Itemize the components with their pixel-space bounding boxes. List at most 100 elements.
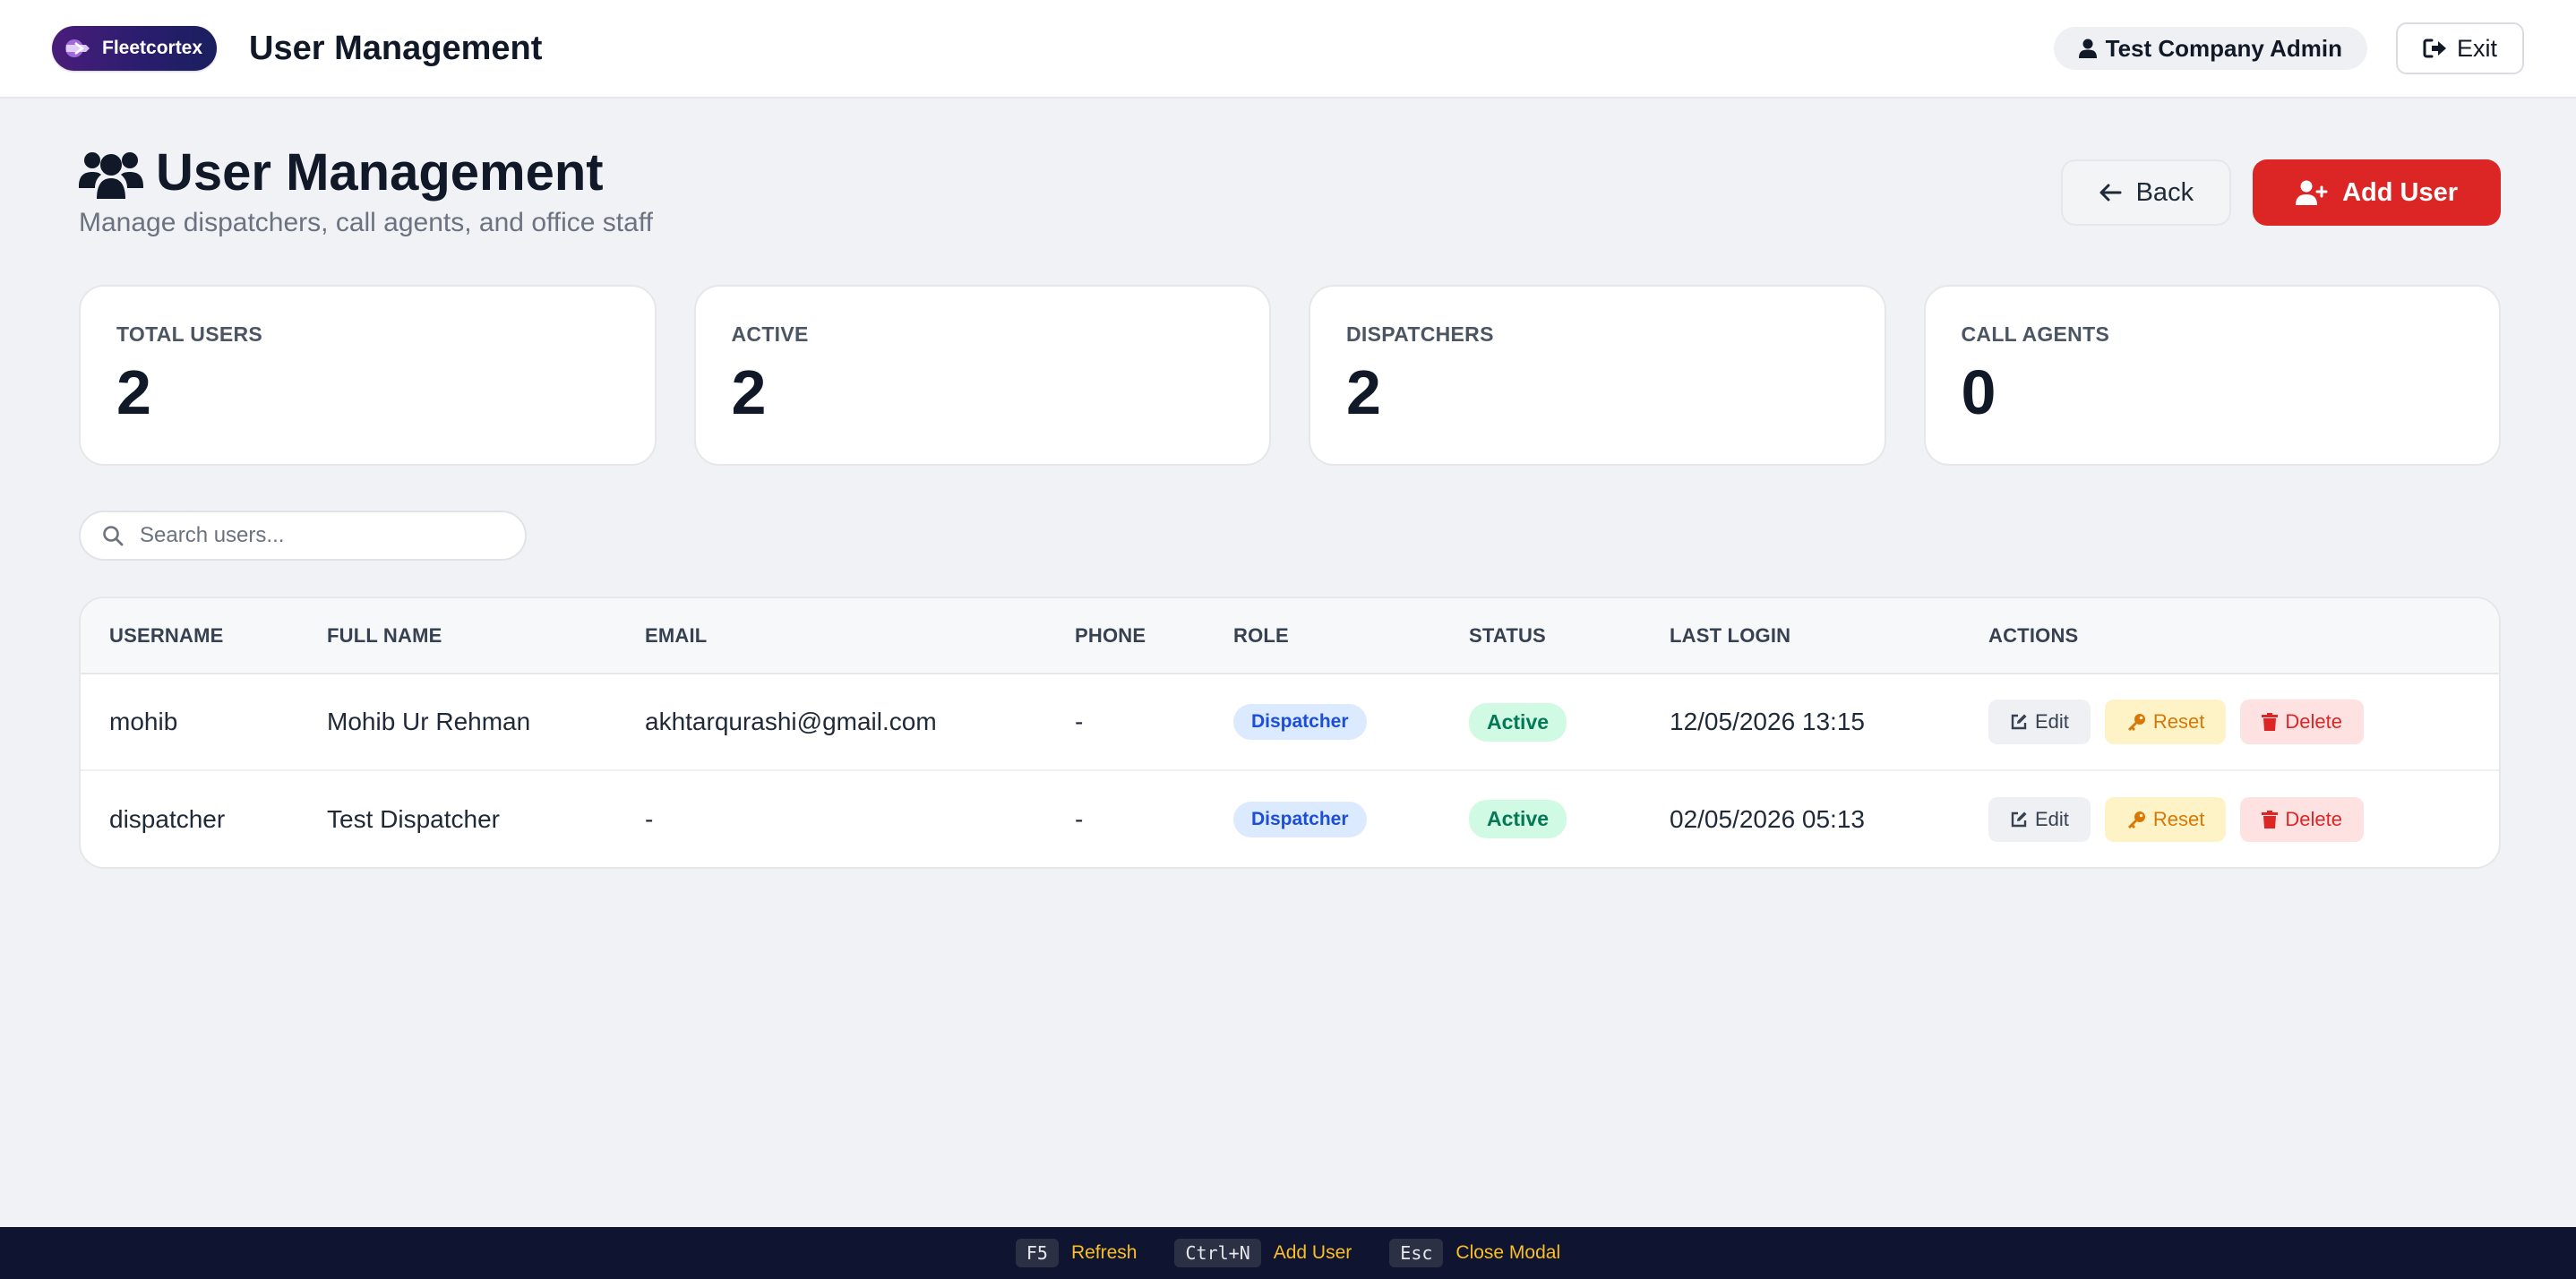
column-header-status[interactable]: STATUS [1440,598,1641,674]
hotkey-key: F5 [1015,1239,1059,1267]
hotkey-label: Close Modal [1455,1242,1561,1263]
trash-icon [2262,713,2279,731]
status-badge: Active [1469,702,1567,742]
cell-last-login: 02/05/2026 05:13 [1670,804,1865,833]
exit-label: Exit [2456,34,2497,62]
edit-button[interactable]: Edit [1988,796,2091,842]
column-header-actions: ACTIONS [1988,623,2079,647]
hotkey-bar: F5 Refresh Ctrl+N Add User Esc Close Mod… [0,1227,2576,1279]
reset-label: Reset [2152,710,2205,733]
cell-last-login: 12/05/2026 13:15 [1670,708,1865,735]
column-header-username[interactable]: USERNAME [81,598,298,674]
cell-phone: - [1075,708,1084,735]
top-bar: Fleetcortex User Management Test Company… [0,0,2576,99]
stat-label: ACTIVE [731,322,809,346]
search-box [79,511,527,561]
user-menu[interactable]: Test Company Admin [2053,27,2367,70]
fleetcortex-logo-icon [65,39,90,57]
cell-role: Dispatcher [1205,770,1440,867]
user-icon [2078,39,2097,58]
reset-label: Reset [2152,807,2205,830]
hotkey-refresh: F5 Refresh [1015,1239,1138,1267]
users-table-card: USERNAME FULL NAME EMAIL PHONE ROLE STAT… [79,597,2501,869]
app-title: User Management [249,29,543,67]
column-header-last-login[interactable]: LAST LOGIN [1641,598,1960,674]
cell-email: - [645,804,654,833]
stats-row: TOTAL USERS 2 ACTIVE 2 DISPATCHERS 2 CAL… [79,285,2501,466]
table-row[interactable]: mohib Mohib Ur Rehman akhtarqurashi@gmai… [81,674,2499,770]
app-logo[interactable]: Fleetcortex [52,26,218,71]
column-header-role[interactable]: ROLE [1205,598,1440,674]
delete-label: Delete [2285,710,2342,733]
sign-out-icon [2423,39,2446,58]
stat-value: 2 [116,357,151,427]
stat-value: 2 [1346,357,1381,427]
hotkey-close-modal: Esc Close Modal [1389,1239,1560,1267]
stat-card-call-agents: CALL AGENTS 0 [1923,285,2501,466]
hotkey-key: Ctrl+N [1174,1239,1261,1267]
stat-value: 2 [731,357,767,427]
users-table: USERNAME FULL NAME EMAIL PHONE ROLE STAT… [81,598,2499,867]
column-header-full-name[interactable]: FULL NAME [298,598,616,674]
cell-full-name: Mohib Ur Rehman [327,708,531,735]
header-actions: Back Add User [2060,159,2501,226]
key-icon [2127,714,2145,731]
cell-status: Active [1440,674,1641,770]
hotkey-key: Esc [1389,1239,1444,1267]
page-header: User Management Manage dispatchers, call… [79,142,2501,249]
edit-button[interactable]: Edit [1988,700,2091,744]
reset-button[interactable]: Reset [2104,796,2227,842]
cell-actions: Edit Reset Delete [1960,770,2499,867]
stat-label: TOTAL USERS [116,322,263,346]
stat-label: CALL AGENTS [1961,322,2110,346]
topbar-actions: Test Company Admin Exit [2053,22,2524,74]
stat-label: DISPATCHERS [1346,322,1494,346]
edit-icon [2011,811,2027,827]
cell-role: Dispatcher [1205,674,1440,770]
users-icon [79,152,143,199]
column-header-email[interactable]: EMAIL [616,598,1046,674]
exit-button[interactable]: Exit [2395,22,2524,74]
role-badge: Dispatcher [1233,801,1367,837]
back-button[interactable]: Back [2060,159,2232,226]
edit-label: Edit [2035,710,2069,733]
cell-full-name: Test Dispatcher [327,804,500,833]
row-actions: Edit Reset Delete [1988,700,2499,744]
cell-username: dispatcher [109,804,226,833]
key-icon [2127,811,2145,828]
cell-username: mohib [109,708,178,735]
stat-card-dispatchers: DISPATCHERS 2 [1309,285,1886,466]
delete-label: Delete [2285,807,2342,830]
reset-button[interactable]: Reset [2104,700,2227,744]
table-header-row: USERNAME FULL NAME EMAIL PHONE ROLE STAT… [81,598,2499,674]
role-badge: Dispatcher [1233,704,1367,740]
hotkey-label: Refresh [1070,1242,1138,1263]
logo-text: Fleetcortex [102,38,203,58]
table-row[interactable]: dispatcher Test Dispatcher - - Dispatche… [81,770,2499,867]
arrow-left-icon [2099,184,2122,202]
cell-actions: Edit Reset Delete [1960,674,2499,770]
delete-button[interactable]: Delete [2240,700,2364,744]
edit-icon [2011,714,2027,730]
back-label: Back [2135,177,2194,207]
search-icon [103,526,124,546]
add-user-button[interactable]: Add User [2253,159,2501,226]
edit-label: Edit [2035,807,2069,830]
user-name: Test Company Admin [2105,34,2342,62]
add-user-label: Add User [2342,177,2458,207]
stat-card-total-users: TOTAL USERS 2 [79,285,657,466]
stat-value: 0 [1961,357,1996,427]
hotkey-label: Add User [1273,1242,1352,1263]
search-input[interactable] [140,523,480,548]
hotkey-add-user: Ctrl+N Add User [1174,1239,1352,1267]
delete-button[interactable]: Delete [2240,796,2364,842]
user-plus-icon [2296,180,2328,205]
cell-phone: - [1075,804,1084,833]
page-title-text: User Management [156,143,604,202]
cell-status: Active [1440,770,1641,867]
cell-email: akhtarqurashi@gmail.com [645,708,937,735]
trash-icon [2262,810,2279,828]
status-badge: Active [1469,800,1567,838]
column-header-phone[interactable]: PHONE [1046,598,1205,674]
row-actions: Edit Reset Delete [1988,796,2499,842]
